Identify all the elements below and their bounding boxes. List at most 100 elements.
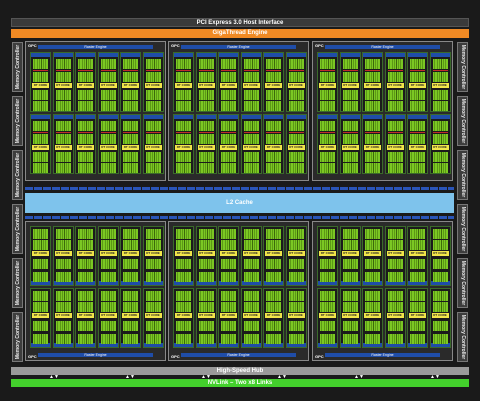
cuda-core-block <box>266 72 281 82</box>
cuda-core-block <box>320 229 335 239</box>
rt-core: RT CORE <box>364 313 381 318</box>
cuda-core-block <box>432 59 448 69</box>
memory-controller-right: Memory Controller <box>457 96 468 146</box>
memory-controller-label: Memory Controller <box>459 260 466 306</box>
cuda-core-block <box>198 302 214 312</box>
sm-block: RT CORE <box>30 288 51 348</box>
cuda-core-block <box>365 152 380 162</box>
cuda-core-block <box>288 291 304 301</box>
sm-block: RT CORE <box>339 226 361 286</box>
sm-block: RT CORE <box>317 52 338 112</box>
raster-engine: Raster Engine <box>325 45 440 49</box>
rt-core: RT CORE <box>77 83 94 88</box>
rt-core: RT CORE <box>99 83 117 88</box>
sm-divider <box>123 70 138 71</box>
cuda-core-block <box>100 121 116 131</box>
cuda-core-block <box>410 163 425 173</box>
sm-divider <box>342 70 358 71</box>
pcie-host-interface: PCI Express 3.0 Host Interface <box>11 18 469 27</box>
rt-core: RT CORE <box>144 313 162 318</box>
tpc-bar <box>385 115 405 119</box>
cuda-core-block <box>78 134 93 144</box>
cuda-core-block <box>432 272 448 282</box>
cuda-core-block <box>243 240 259 250</box>
cuda-core-block <box>410 90 425 100</box>
cuda-core-block <box>145 291 161 301</box>
sm-block: RT CORE <box>30 226 51 286</box>
cuda-core-block <box>100 101 116 111</box>
tpc-bar <box>286 53 306 57</box>
cuda-core-block <box>123 321 138 331</box>
sm-block: RT CORE <box>263 226 284 286</box>
sm-divider <box>221 132 236 133</box>
sm-block: RT CORE <box>384 226 406 286</box>
sm-block: RT CORE <box>120 114 141 174</box>
cuda-core-block <box>145 321 161 331</box>
rt-core: RT CORE <box>99 145 117 150</box>
cuda-core-block <box>432 302 448 312</box>
cuda-core-block <box>100 302 116 312</box>
cuda-core-block <box>387 163 403 173</box>
sm-divider <box>100 70 116 71</box>
sm-block: RT CORE <box>173 52 194 112</box>
rt-core: RT CORE <box>409 145 426 150</box>
rt-core: RT CORE <box>242 83 260 88</box>
gpc-label: GPC <box>28 43 37 48</box>
rt-core: RT CORE <box>99 251 117 256</box>
cuda-core-block <box>198 259 214 269</box>
cuda-core-block <box>410 72 425 82</box>
sm-block: RT CORE <box>218 226 239 286</box>
cuda-core-block <box>176 152 191 162</box>
sm-divider <box>33 70 48 71</box>
cuda-core-block <box>365 272 380 282</box>
cuda-core-block <box>123 272 138 282</box>
tpc-bar <box>264 53 283 57</box>
rt-core: RT CORE <box>242 145 260 150</box>
sm-block: RT CORE <box>75 52 96 112</box>
cuda-core-block <box>145 272 161 282</box>
cuda-core-block <box>342 229 358 239</box>
tpc-bar <box>76 115 95 119</box>
cuda-core-block <box>387 229 403 239</box>
cuda-core-block <box>432 291 448 301</box>
cuda-core-block <box>387 272 403 282</box>
sm-block: RT CORE <box>263 52 284 112</box>
cuda-core-block <box>410 229 425 239</box>
nvlink-bar: NVLink – Two x8 Links <box>11 379 469 387</box>
memory-controller-left: Memory Controller <box>12 42 23 92</box>
cuda-core-block <box>288 152 304 162</box>
gpc-label: GPC <box>171 43 180 48</box>
sm-block: RT CORE <box>52 226 74 286</box>
cuda-core-block <box>100 134 116 144</box>
rt-core: RT CORE <box>364 83 381 88</box>
cuda-core-block <box>78 240 93 250</box>
tpc-bar <box>318 53 337 57</box>
sm-divider <box>198 132 214 133</box>
cuda-core-block <box>78 59 93 69</box>
gpc: GPC Raster Engine RT CORE RT CORE RT CORE RT … <box>312 41 453 181</box>
cuda-core-block <box>123 163 138 173</box>
rt-core: RT CORE <box>287 145 305 150</box>
raster-engine: Raster Engine <box>325 353 440 357</box>
cuda-core-block <box>410 101 425 111</box>
gpc-label: GPC <box>315 354 324 359</box>
sm-block: RT CORE <box>173 114 194 174</box>
cuda-core-block <box>432 101 448 111</box>
rt-core: RT CORE <box>54 83 72 88</box>
cuda-core-block <box>266 59 281 69</box>
cuda-core-block <box>410 321 425 331</box>
sm-divider <box>243 70 259 71</box>
rt-core: RT CORE <box>287 83 305 88</box>
sm-block: RT CORE <box>240 52 262 112</box>
cuda-core-block <box>320 121 335 131</box>
cuda-core-block <box>221 259 236 269</box>
rt-core: RT CORE <box>197 145 215 150</box>
cuda-core-block <box>266 321 281 331</box>
sm-block: RT CORE <box>218 114 239 174</box>
cuda-core-block <box>320 152 335 162</box>
tpc-bar <box>76 53 95 57</box>
cuda-core-block <box>365 229 380 239</box>
sm-divider <box>33 132 48 133</box>
tpc-bar <box>318 115 337 119</box>
sm-block: RT CORE <box>384 52 406 112</box>
